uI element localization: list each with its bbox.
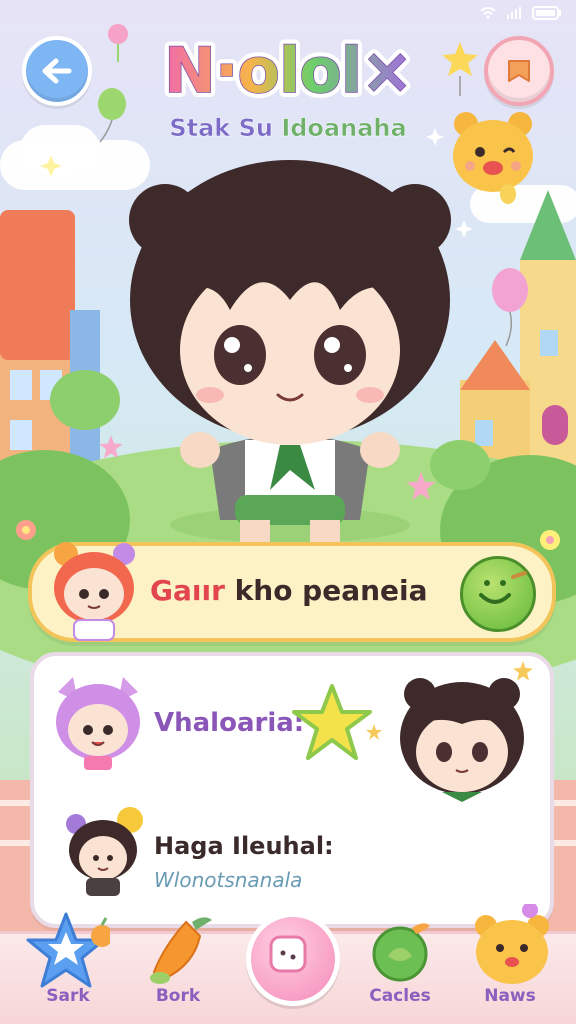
sparkle-icon: [513, 661, 533, 681]
star-icon: [26, 912, 110, 988]
stat-value: Wlonotsnanala: [154, 868, 303, 892]
signal-icon: [507, 7, 521, 19]
character-info-card: Vhaloaria: Haga Ileuhal: Wlonotsnanala: [30, 652, 554, 928]
character-select-bar[interactable]: Gaıır kho peaneia: [28, 542, 556, 642]
character-avatar-purple: [56, 677, 140, 770]
nav-item-cacles[interactable]: Cacles: [350, 923, 450, 1024]
star-rating-icon: [292, 684, 382, 760]
nav-label: Bork: [155, 986, 201, 1006]
carrot-icon: [150, 917, 212, 984]
confirm-button[interactable]: [460, 556, 536, 632]
nav-label: Sark: [46, 986, 90, 1006]
character-avatar-small: [66, 807, 143, 896]
nav-item-bork[interactable]: Bork: [128, 917, 228, 1024]
nav-label: Naws: [484, 986, 536, 1006]
game-logo-art: N·olol× N·olol×: [159, 29, 418, 108]
character-select-label: Gaıır kho peaneia: [150, 574, 428, 607]
nav-item-naws[interactable]: Naws: [460, 904, 560, 1024]
character-avatar-dark: [400, 678, 524, 802]
nav-item-sark[interactable]: Sark: [18, 912, 118, 1024]
bear-icon: [475, 904, 549, 984]
subtitle-left: Stak Su: [169, 114, 273, 143]
flower-icon: [540, 530, 560, 550]
leaf-icon: [372, 923, 430, 982]
status-bar: [480, 6, 562, 20]
nav-item-camera[interactable]: [246, 912, 340, 1006]
label-rest: kho peaneia: [224, 574, 428, 607]
character-name-label: Vhaloaria:: [154, 708, 305, 738]
main-character: [129, 160, 451, 543]
character-avatar-red: [54, 542, 135, 641]
pink-balloon-icon: [492, 268, 528, 347]
label-highlight: Gaıır: [150, 574, 225, 607]
camera-icon: [269, 935, 307, 973]
wifi-icon: [480, 7, 496, 19]
svg-text:N·olol×: N·olol×: [164, 34, 412, 107]
flower-icon: [16, 520, 36, 540]
nav-label: Cacles: [369, 986, 431, 1006]
smile-confirm-icon: [479, 571, 527, 604]
stat-label: Haga Ileuhal:: [154, 832, 334, 860]
sparkle-icon: [40, 155, 62, 177]
subtitle-right: Idoanaha: [281, 114, 407, 143]
battery-icon: [532, 6, 561, 20]
